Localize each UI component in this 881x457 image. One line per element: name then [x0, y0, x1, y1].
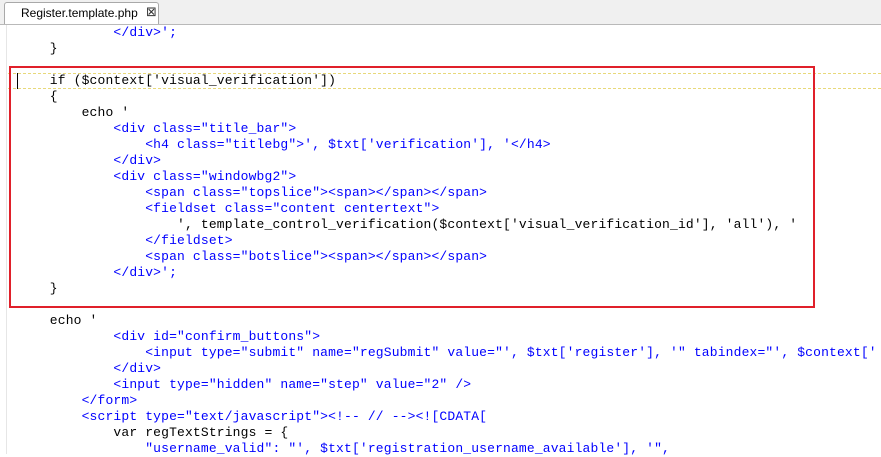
- code-line[interactable]: <input type="hidden" name="step" value="…: [18, 377, 471, 393]
- code-line[interactable]: <h4 class="titlebg">', $txt['verificatio…: [18, 137, 551, 153]
- code-line[interactable]: <input type="submit" name="regSubmit" va…: [18, 345, 877, 361]
- code-line[interactable]: echo ': [18, 313, 98, 329]
- code-line[interactable]: <div id="confirm_buttons">: [18, 329, 320, 345]
- tab-bar: Register.template.php ⊠: [0, 0, 881, 25]
- code-line[interactable]: </div>: [18, 361, 161, 377]
- code-line[interactable]: <div class="windowbg2">: [18, 169, 296, 185]
- code-editor[interactable]: </div>'; } if ($context['visual_verifica…: [0, 25, 881, 457]
- code-line[interactable]: </form>: [18, 393, 138, 409]
- code-line[interactable]: </fieldset>: [18, 233, 233, 249]
- tab-register-template[interactable]: Register.template.php ⊠: [4, 2, 159, 24]
- code-line[interactable]: </div>: [18, 153, 161, 169]
- code-line[interactable]: }: [18, 281, 58, 297]
- code-line[interactable]: "username_valid": "', $txt['registration…: [18, 441, 670, 457]
- code-line[interactable]: echo ': [18, 105, 130, 121]
- code-line[interactable]: <div class="title_bar">: [18, 121, 296, 137]
- code-line[interactable]: {: [18, 89, 58, 105]
- code-line[interactable]: <script type="text/javascript"><!-- // -…: [18, 409, 487, 425]
- code-line[interactable]: </div>';: [18, 25, 177, 41]
- close-icon[interactable]: ⊠: [146, 5, 157, 20]
- code-line[interactable]: <span class="botslice"><span></span></sp…: [18, 249, 487, 265]
- code-line[interactable]: <span class="topslice"><span></span></sp…: [18, 185, 487, 201]
- code-line[interactable]: var regTextStrings = {: [18, 425, 288, 441]
- editor-gutter: [0, 25, 7, 454]
- code-line[interactable]: ', template_control_verification($contex…: [18, 217, 797, 233]
- code-line[interactable]: if ($context['visual_verification']): [18, 73, 336, 89]
- code-line[interactable]: </div>';: [18, 265, 177, 281]
- code-line[interactable]: <fieldset class="content centertext">: [18, 201, 439, 217]
- code-line[interactable]: }: [18, 41, 58, 57]
- tab-label: Register.template.php: [21, 6, 138, 20]
